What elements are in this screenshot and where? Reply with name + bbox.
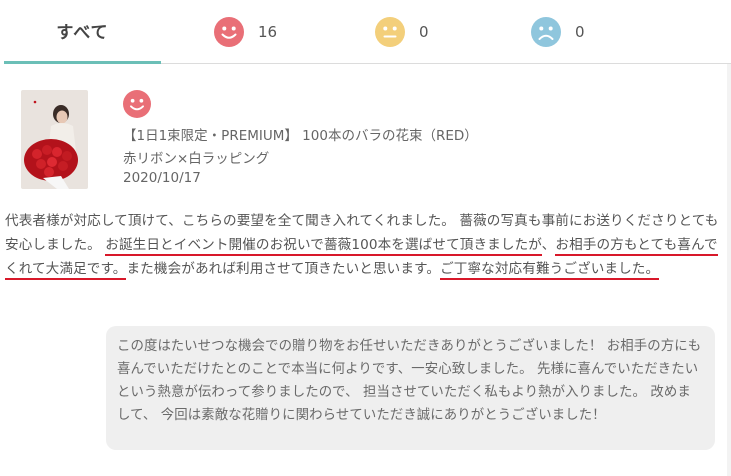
tab-bad[interactable]: 0 (531, 0, 585, 64)
tab-all[interactable]: すべて (4, 0, 161, 64)
rating-filter-tabs: すべて 16 0 0 (4, 0, 731, 64)
review-smile-face-icon (123, 90, 151, 118)
review-body: 代表者様が対応して頂けて、こちらの要望を全て聞き入れてくれました。 薔薇の写真も… (5, 209, 723, 281)
review-date: 2020/10/17 (123, 170, 201, 186)
product-option: 赤リボン×白ラッピング (123, 151, 270, 167)
product-name[interactable]: 【1日1束限定・PREMIUM】 100本のバラの花束（RED） (123, 124, 478, 144)
bad-count: 0 (575, 23, 585, 41)
smile-face-icon (214, 17, 244, 47)
good-count: 16 (258, 23, 278, 41)
scrollbar[interactable] (727, 64, 731, 476)
shop-reply-bubble: この度はたいせつな機会での贈り物をお任せいただきありがとうございました！ お相手… (106, 326, 715, 450)
neutral-face-icon (375, 17, 405, 47)
review-text-part: また機会があれば利用させて頂きたいと思います。 (126, 261, 441, 277)
review-highlight: ご丁寧な対応有難うございました。 (440, 261, 660, 280)
shop-reply-text: この度はたいせつな機会での贈り物をお任せいただきありがとうございました！ お相手… (117, 339, 702, 423)
tab-good[interactable]: 16 (214, 0, 277, 64)
review-highlight: お誕生日とイベント開催のお祝いで薔薇100本を選ばせて頂きましたが (105, 237, 542, 256)
neutral-count: 0 (419, 23, 429, 41)
product-thumbnail[interactable] (21, 90, 88, 189)
tab-neutral[interactable]: 0 (375, 0, 429, 64)
review-text-part: 、 (541, 237, 556, 253)
sad-face-icon (531, 17, 561, 47)
tab-all-label: すべて (56, 23, 109, 43)
